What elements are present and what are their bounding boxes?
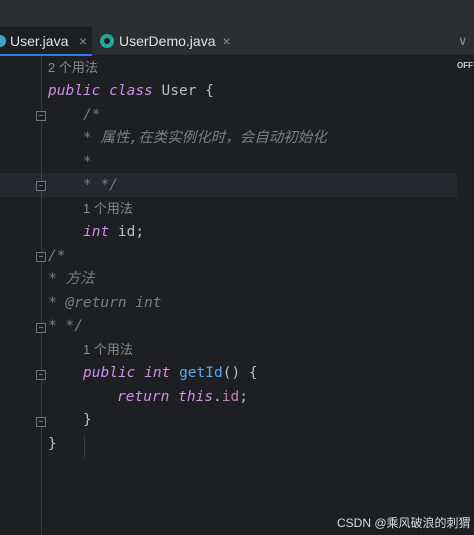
code-line-comment: * @return int [48, 295, 162, 311]
code-line-comment: /* [83, 107, 101, 123]
usage-hint[interactable]: 2 个用法 [48, 56, 98, 80]
current-line-highlight [0, 173, 458, 197]
code-line-return: return this.id; [117, 389, 248, 405]
code-line-comment: * 方法 [48, 271, 95, 287]
fold-icon[interactable] [36, 417, 46, 427]
code-editor[interactable]: OFF 2 个用法 public class User { /* * 属性,在类… [0, 56, 474, 535]
code-line-field: int id; [83, 224, 145, 240]
code-line-comment: * [83, 154, 92, 170]
watermark: CSDN @乘风破浪的刺猬 [337, 516, 471, 530]
code-line-brace: } [48, 436, 57, 452]
fold-icon[interactable] [36, 181, 46, 191]
fold-icon[interactable] [36, 252, 46, 262]
code-line-comment: * */ [48, 318, 83, 334]
tab-label: UserDemo.java [119, 33, 216, 49]
tab-label: User.java [10, 33, 69, 49]
code-line-comment: * 属性,在类实例化时，会自动初始化 [83, 130, 327, 146]
code-line-brace: } [83, 412, 92, 428]
java-class-icon [0, 35, 6, 47]
close-icon[interactable]: × [79, 33, 87, 49]
usage-hint[interactable]: 1 个用法 [83, 338, 133, 362]
editor-scrollbar[interactable] [457, 56, 474, 535]
code-line-class-decl: public class User { [48, 83, 214, 99]
fold-icon[interactable] [36, 323, 46, 333]
code-line-method-decl: public int getId() { [83, 365, 258, 381]
usage-hint[interactable]: 1 个用法 [83, 197, 133, 221]
tab-overflow-chevron-icon[interactable]: ∨ [458, 33, 468, 49]
editor-tab-bar: User.java × UserDemo.java × ∨ [0, 27, 474, 56]
gutter-divider [41, 56, 42, 535]
java-class-icon [100, 34, 114, 48]
close-icon[interactable]: × [222, 33, 230, 49]
fold-icon[interactable] [36, 111, 46, 121]
tab-user-java[interactable]: User.java × [0, 27, 92, 56]
indent-guide [84, 436, 85, 458]
top-toolbar [0, 0, 474, 27]
off-badge: OFF [457, 61, 473, 70]
code-line-comment: /* [48, 248, 66, 264]
tab-userdemo-java[interactable]: UserDemo.java × [96, 27, 231, 55]
code-line-comment: * */ [83, 177, 118, 193]
fold-icon[interactable] [36, 370, 46, 380]
